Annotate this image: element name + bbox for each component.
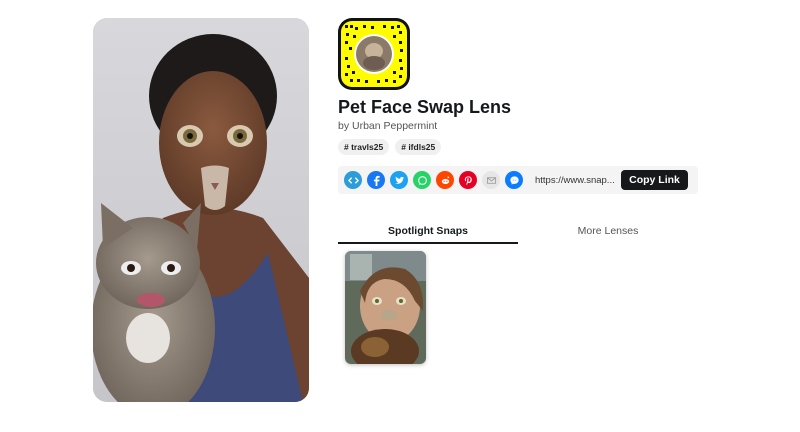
share-icons	[344, 171, 523, 189]
tag-travls25[interactable]: # travls25	[338, 139, 390, 155]
spotlight-snap-thumbnail[interactable]	[345, 251, 426, 364]
content-tabs: Spotlight Snaps More Lenses	[338, 220, 698, 244]
email-icon[interactable]	[482, 171, 500, 189]
tag-ifdls25[interactable]: # ifdls25	[395, 139, 442, 155]
lens-title: Pet Face Swap Lens	[338, 97, 512, 117]
whatsapp-icon[interactable]	[413, 171, 431, 189]
pinterest-icon[interactable]	[459, 171, 477, 189]
lens-creator[interactable]: by Urban Peppermint	[338, 120, 437, 132]
twitter-icon[interactable]	[390, 171, 408, 189]
embed-icon[interactable]	[344, 171, 362, 189]
facebook-icon[interactable]	[367, 171, 385, 189]
reddit-icon[interactable]	[436, 171, 454, 189]
share-url-field[interactable]: https://www.snap...	[535, 175, 615, 186]
messenger-icon[interactable]	[505, 171, 523, 189]
tab-spotlight-snaps[interactable]: Spotlight Snaps	[338, 220, 518, 244]
copy-link-button[interactable]: Copy Link	[621, 170, 688, 190]
tab-more-lenses[interactable]: More Lenses	[518, 220, 698, 242]
tag-list: # travls25 # ifdls25	[338, 139, 442, 155]
snapcode[interactable]	[338, 18, 410, 90]
snapcode-dots	[341, 21, 407, 87]
share-bar: https://www.snap... Copy Link	[338, 166, 698, 194]
lens-preview-image	[93, 18, 309, 402]
